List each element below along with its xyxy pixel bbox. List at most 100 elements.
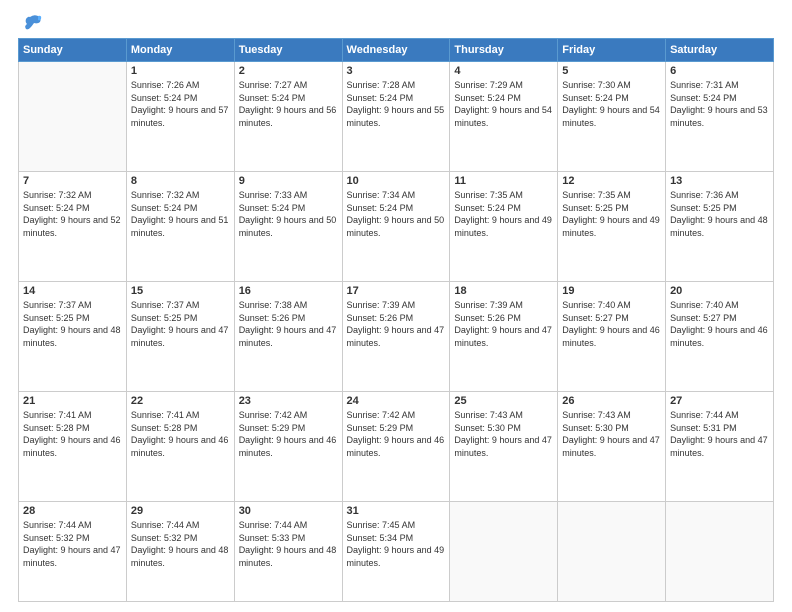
sunrise-label: Sunrise: 7:44 AM <box>670 410 739 420</box>
calendar-cell: 14Sunrise: 7:37 AMSunset: 5:25 PMDayligh… <box>19 282 127 392</box>
calendar-cell: 19 Sunrise: 7:40 AM Sunset: 5:27 PM Dayligh… <box>558 282 666 392</box>
daylight-label: Daylight: 9 hours and 46 minutes. <box>23 435 121 458</box>
day-number: 13 <box>670 175 769 187</box>
sunrise-label: Sunrise: 7:34 AM <box>347 190 416 200</box>
sun-info: Sunrise: 7:37 AMSunset: 5:25 PMDaylight:… <box>131 299 230 349</box>
sun-info: Sunrise: 7:27 AM Sunset: 5:24 PM Daylight:… <box>239 79 338 129</box>
day-number: 15 <box>131 285 230 297</box>
sunset-label: Sunset: 5:30 PM <box>562 423 629 433</box>
sunrise-label: Sunrise: 7:30 AM <box>562 80 631 90</box>
calendar-cell: 26Sunrise: 7:43 AMSunset: 5:30 PMDayligh… <box>558 392 666 502</box>
sunrise-label: Sunrise: 7:28 AM <box>347 80 416 90</box>
sunrise-label: Sunrise: 7:26 AM <box>131 80 200 90</box>
day-number: 11 <box>454 175 553 187</box>
sunset-label: Sunset: 5:26 PM <box>347 313 414 323</box>
sun-info: Sunrise: 7:43 AMSunset: 5:30 PMDaylight:… <box>562 409 661 459</box>
calendar-cell: 2Sunrise: 7:27 AMSunset: 5:24 PMDaylight… <box>234 62 342 172</box>
daylight-label: Daylight: 9 hours and 54 minutes. <box>562 105 660 128</box>
sunrise-label: Sunrise: 7:29 AM <box>454 80 523 90</box>
sunset-label: Sunset: 5:24 PM <box>562 93 629 103</box>
sunrise-label: Sunrise: 7:37 AM <box>131 300 200 310</box>
daylight-label: Daylight: 9 hours and 50 minutes. <box>239 215 337 238</box>
daylight-label: Daylight: 9 hours and 49 minutes. <box>454 215 552 238</box>
sunset-label: Sunset: 5:25 PM <box>670 203 737 213</box>
day-number: 28 <box>23 505 122 517</box>
day-number: 22 <box>131 395 230 407</box>
sunrise-label: Sunrise: 7:42 AM <box>347 410 416 420</box>
sunset-label: Sunset: 5:25 PM <box>131 313 198 323</box>
day-number: 14 <box>23 285 122 297</box>
daylight-label: Daylight: 9 hours and 48 minutes. <box>131 545 229 568</box>
sunset-label: Sunset: 5:26 PM <box>454 313 521 323</box>
day-number: 9 <box>239 175 338 187</box>
day-number: 24 <box>347 395 446 407</box>
daylight-label: Daylight: 9 hours and 48 minutes. <box>670 215 768 238</box>
sunrise-label: Sunrise: 7:40 AM <box>562 300 631 310</box>
daylight-label: Daylight: 9 hours and 46 minutes. <box>670 325 768 348</box>
day-number: 1 <box>131 65 230 77</box>
sunrise-label: Sunrise: 7:44 AM <box>131 520 200 530</box>
sunset-label: Sunset: 5:28 PM <box>131 423 198 433</box>
sunrise-label: Sunrise: 7:38 AM <box>239 300 308 310</box>
calendar-cell: 20Sunrise: 7:40 AMSunset: 5:27 PMDayligh… <box>666 282 774 392</box>
sunset-label: Sunset: 5:24 PM <box>454 93 521 103</box>
sun-info: Sunrise: 7:30 AM Sunset: 5:24 PM Daylight:… <box>562 79 661 129</box>
calendar-cell: 5Sunrise: 7:30 AMSunset: 5:24 PMDaylight… <box>558 62 666 172</box>
sunset-label: Sunset: 5:33 PM <box>239 533 306 543</box>
sunset-label: Sunset: 5:30 PM <box>454 423 521 433</box>
calendar-cell: 27 Sunrise: 7:44 AMSunset: 5:31 PMDayligh… <box>666 392 774 502</box>
calendar-table: SundayMondayTuesdayWednesdayThursdayFrid… <box>18 38 774 602</box>
sunrise-label: Sunrise: 7:33 AM <box>239 190 308 200</box>
sunset-label: Sunset: 5:25 PM <box>23 313 90 323</box>
sunrise-label: Sunrise: 7:37 AM <box>23 300 92 310</box>
sun-info: Sunrise: 7:32 AMSunset: 5:24 PMDaylight:… <box>131 189 230 239</box>
day-number: 27 <box>670 395 769 407</box>
sun-info: Sunrise: 7:44 AMSunset: 5:31 PMDaylight:… <box>670 409 769 459</box>
sun-info: Sunrise: 7:29 AMSunset: 5:24 PMDaylight:… <box>454 79 553 129</box>
sun-info: Sunrise: 7:45 AMSunset: 5:34 PMDaylight:… <box>347 519 446 569</box>
daylight-label: Daylight: 9 hours and 56 minutes. <box>239 105 337 128</box>
week-row-4: 21Sunrise: 7:41 AMSunset: 5:28 PMDayligh… <box>19 392 774 502</box>
calendar-header-row: SundayMondayTuesdayWednesdayThursdayFrid… <box>19 39 774 62</box>
calendar-cell: 29Sunrise: 7:44 AMSunset: 5:32 PMDayligh… <box>126 502 234 602</box>
day-number: 25 <box>454 395 553 407</box>
day-number: 19 <box>562 285 661 297</box>
sunset-label: Sunset: 5:24 PM <box>239 93 306 103</box>
sun-info: Sunrise: 7:32 AMSunset: 5:24 PMDaylight:… <box>23 189 122 239</box>
sun-info: Sunrise: 7:40 AMSunset: 5:27 PMDaylight:… <box>670 299 769 349</box>
sunrise-label: Sunrise: 7:27 AM <box>239 80 308 90</box>
sunset-label: Sunset: 5:24 PM <box>23 203 90 213</box>
sunrise-label: Sunrise: 7:43 AM <box>454 410 523 420</box>
sun-info: Sunrise: 7:44 AMSunset: 5:32 PMDaylight:… <box>131 519 230 569</box>
sunset-label: Sunset: 5:27 PM <box>670 313 737 323</box>
calendar-cell: 28Sunrise: 7:44 AMSunset: 5:32 PMDayligh… <box>19 502 127 602</box>
sun-info: Sunrise: 7:43 AMSunset: 5:30 PMDaylight:… <box>454 409 553 459</box>
sunset-label: Sunset: 5:28 PM <box>23 423 90 433</box>
day-number: 16 <box>239 285 338 297</box>
calendar-cell: 23Sunrise: 7:42 AMSunset: 5:29 PMDayligh… <box>234 392 342 502</box>
daylight-label: Daylight: 9 hours and 46 minutes. <box>562 325 660 348</box>
calendar-cell <box>450 502 558 602</box>
calendar-cell: 16Sunrise: 7:38 AMSunset: 5:26 PMDayligh… <box>234 282 342 392</box>
week-row-2: 7Sunrise: 7:32 AMSunset: 5:24 PMDaylight… <box>19 172 774 282</box>
daylight-label: Daylight: 9 hours and 49 minutes. <box>347 545 445 568</box>
day-number: 23 <box>239 395 338 407</box>
calendar-cell: 7Sunrise: 7:32 AMSunset: 5:24 PMDaylight… <box>19 172 127 282</box>
calendar-cell: 25Sunrise: 7:43 AMSunset: 5:30 PMDayligh… <box>450 392 558 502</box>
sunset-label: Sunset: 5:27 PM <box>562 313 629 323</box>
calendar-cell: 13Sunrise: 7:36 AMSunset: 5:25 PMDayligh… <box>666 172 774 282</box>
col-header-sunday: Sunday <box>19 39 127 62</box>
sunrise-label: Sunrise: 7:43 AM <box>562 410 631 420</box>
sunrise-label: Sunrise: 7:32 AM <box>23 190 92 200</box>
day-number: 21 <box>23 395 122 407</box>
daylight-label: Daylight: 9 hours and 47 minutes. <box>23 545 121 568</box>
col-header-thursday: Thursday <box>450 39 558 62</box>
daylight-label: Daylight: 9 hours and 47 minutes. <box>239 325 337 348</box>
sunset-label: Sunset: 5:24 PM <box>670 93 737 103</box>
sun-info: Sunrise: 7:40 AM Sunset: 5:27 PM Daylight:… <box>562 299 661 349</box>
sunset-label: Sunset: 5:24 PM <box>347 93 414 103</box>
daylight-label: Daylight: 9 hours and 46 minutes. <box>347 435 445 458</box>
calendar-cell <box>558 502 666 602</box>
sun-info: Sunrise: 7:28 AMSunset: 5:24 PMDaylight:… <box>347 79 446 129</box>
sun-info: Sunrise: 7:31 AMSunset: 5:24 PMDaylight:… <box>670 79 769 129</box>
